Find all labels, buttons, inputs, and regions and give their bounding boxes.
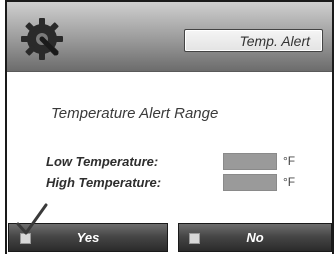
no-checkbox[interactable]	[189, 233, 200, 244]
checkmark-icon	[16, 203, 48, 235]
yes-button-label: Yes	[76, 230, 100, 245]
no-button[interactable]: No	[178, 223, 332, 252]
alert-dialog: Temp. Alert Temperature Alert Range Low …	[5, 0, 334, 254]
low-temperature-input[interactable]	[223, 153, 277, 170]
low-temperature-unit: °F	[283, 154, 296, 168]
high-temperature-unit: °F	[283, 175, 296, 189]
no-button-label: No	[246, 230, 264, 245]
high-temperature-row: High Temperature: °F	[46, 173, 326, 193]
dialog-header: Temp. Alert	[7, 2, 332, 72]
low-temperature-label: Low Temperature:	[46, 154, 159, 169]
low-temperature-row: Low Temperature: °F	[46, 152, 326, 172]
high-temperature-label: High Temperature:	[46, 175, 162, 190]
gear-icon	[21, 18, 63, 60]
section-title: Temperature Alert Range	[51, 105, 219, 122]
dialog-title: Temp. Alert	[184, 29, 323, 52]
high-temperature-input[interactable]	[223, 174, 277, 191]
